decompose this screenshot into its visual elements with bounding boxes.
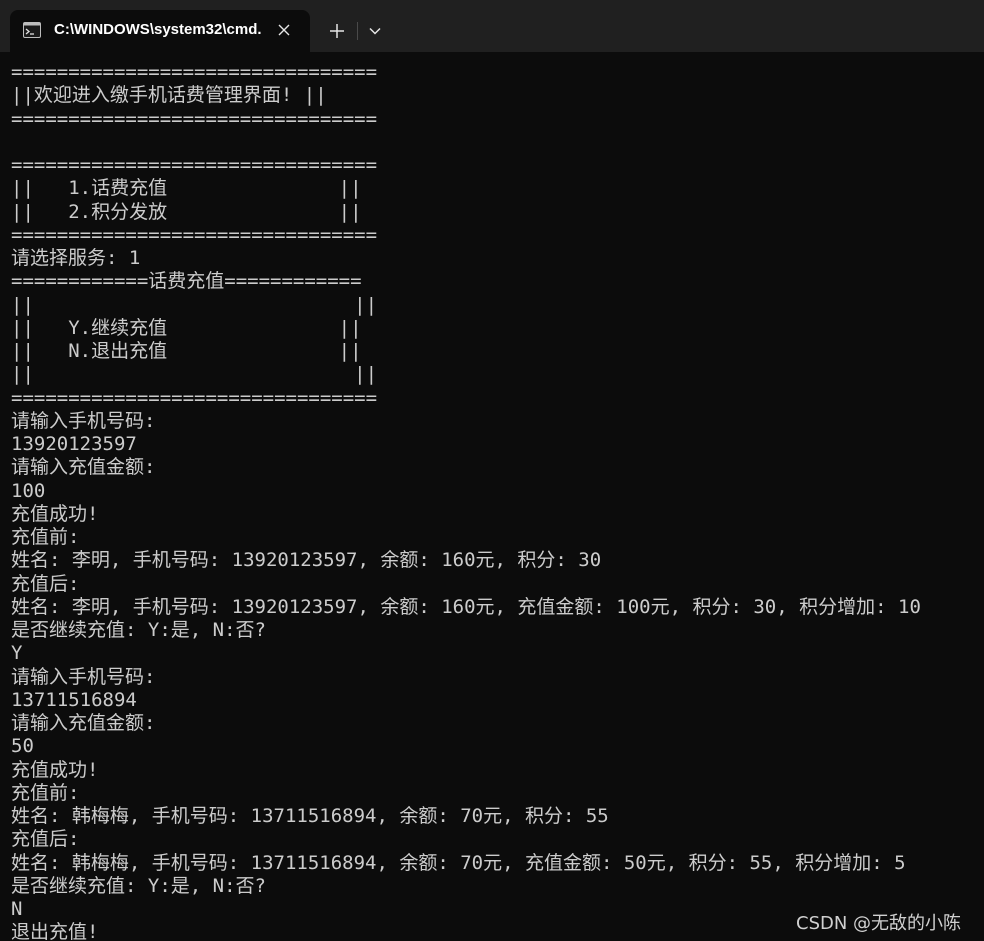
console-line: 充值后: <box>11 572 80 595</box>
console-line: || N.退出充值 || <box>11 340 362 362</box>
console-line: || 1.话费充值 || <box>11 177 362 200</box>
close-icon[interactable] <box>272 18 296 42</box>
console-line: ================================ <box>11 386 378 409</box>
console-line: 50 <box>11 735 34 758</box>
chevron-down-icon[interactable] <box>362 16 388 46</box>
console-line: ||欢迎进入缴手机话费管理界面! || <box>11 84 327 107</box>
console-line: 充值前: <box>11 781 80 804</box>
plus-icon[interactable] <box>322 16 352 46</box>
console-line: || || <box>11 363 378 386</box>
console-line: 充值成功! <box>11 502 99 525</box>
tab-divider <box>357 22 358 40</box>
tab-title: C:\WINDOWS\system32\cmd. <box>54 21 262 38</box>
console-line: ============话费充值============ <box>11 270 362 293</box>
console-line: 充值前: <box>11 526 80 548</box>
console-line: 请输入充值金额: <box>11 712 156 734</box>
console-line: || || <box>11 293 378 316</box>
console-line: ================================ <box>11 223 378 246</box>
console-line: 是否继续充值: Y:是, N:否? <box>11 874 266 897</box>
console-line: 充值后: <box>11 828 80 851</box>
console-line: 请输入手机号码: <box>11 409 156 432</box>
console-line: 充值成功! <box>11 758 99 781</box>
console-line: 姓名: 李明, 手机号码: 13920123597, 余额: 160元, 充值金… <box>11 595 921 618</box>
console-line: || Y.继续充值 || <box>11 316 362 339</box>
terminal-window: C:\WINDOWS\system32\cmd. ===============… <box>0 0 984 941</box>
console-line: Y <box>11 642 23 665</box>
tab-cmd[interactable]: C:\WINDOWS\system32\cmd. <box>10 10 310 52</box>
console-line: 姓名: 韩梅梅, 手机号码: 13711516894, 余额: 70元, 积分:… <box>11 805 609 827</box>
console-line: 是否继续充值: Y:是, N:否? <box>11 619 266 641</box>
console-line: || 2.积分发放 || <box>11 200 362 223</box>
console-line: ================================ <box>11 154 378 176</box>
console-line: 13711516894 <box>11 688 137 711</box>
watermark: CSDN @无敌的小陈 <box>796 913 962 934</box>
console-line: 100 <box>11 479 46 502</box>
tab-bar: C:\WINDOWS\system32\cmd. <box>0 0 984 52</box>
console-line: 姓名: 韩梅梅, 手机号码: 13711516894, 余额: 70元, 充值金… <box>11 851 906 874</box>
console-line: 请选择服务: 1 <box>11 247 141 269</box>
console-output[interactable]: ================================ ||欢迎进入缴手… <box>11 61 981 941</box>
console-line: 姓名: 李明, 手机号码: 13920123597, 余额: 160元, 积分:… <box>11 549 602 572</box>
console-line: ================================ <box>11 61 378 83</box>
console-line: ================================ <box>11 107 378 130</box>
console-icon <box>23 22 41 38</box>
console-line: 请输入手机号码: <box>11 665 156 688</box>
console-line: 13920123597 <box>11 433 137 455</box>
console-line: 请输入充值金额: <box>11 456 156 479</box>
